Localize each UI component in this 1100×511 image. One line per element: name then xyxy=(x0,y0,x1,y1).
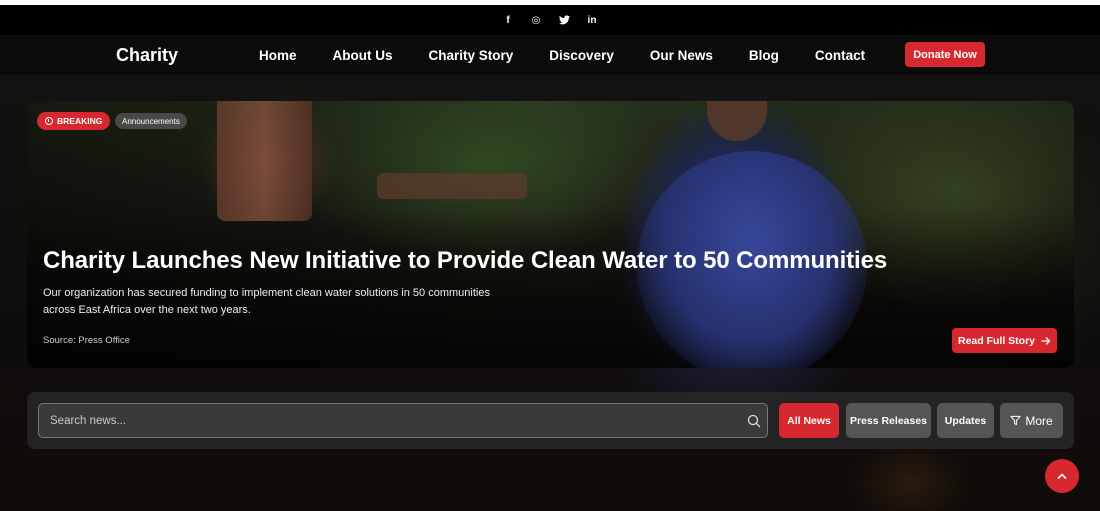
social-bar: f ◎ in xyxy=(0,5,1100,35)
nav-link-blog[interactable]: Blog xyxy=(749,48,779,63)
hero-featured-story: BREAKING Announcements Charity Launches … xyxy=(27,101,1074,368)
nav-links: Home About Us Charity Story Discovery Ou… xyxy=(259,48,901,63)
hero-source: Source: Press Office xyxy=(43,335,130,346)
hero-image-pipe xyxy=(377,173,527,199)
search-input[interactable] xyxy=(39,404,739,437)
facebook-icon[interactable]: f xyxy=(501,13,515,27)
scroll-to-top-button[interactable] xyxy=(1045,459,1079,493)
clock-icon xyxy=(45,117,53,125)
filter-more-button[interactable]: More xyxy=(1000,403,1063,438)
filter-press-releases[interactable]: Press Releases xyxy=(846,403,931,438)
filter-updates[interactable]: Updates xyxy=(937,403,994,438)
hero-title[interactable]: Charity Launches New Initiative to Provi… xyxy=(43,247,887,275)
arrow-right-icon xyxy=(1041,336,1051,345)
breaking-badge-label: BREAKING xyxy=(57,116,103,126)
chevron-up-icon xyxy=(1057,473,1067,479)
hero-image-face xyxy=(707,101,767,141)
filter-more-label: More xyxy=(1025,413,1053,428)
nav-link-about-us[interactable]: About Us xyxy=(333,48,393,63)
main-nav: Charity Home About Us Charity Story Disc… xyxy=(0,35,1100,75)
read-full-story-button[interactable]: Read Full Story xyxy=(952,328,1057,353)
linkedin-icon[interactable]: in xyxy=(585,13,599,27)
donate-button[interactable]: Donate Now xyxy=(905,42,985,67)
hero-image-tank xyxy=(217,101,312,221)
nav-link-our-news[interactable]: Our News xyxy=(650,48,713,63)
filter-all-news[interactable]: All News xyxy=(779,403,839,438)
twitter-icon[interactable] xyxy=(557,13,571,27)
hero-description: Our organization has secured funding to … xyxy=(43,287,490,316)
search-icon[interactable] xyxy=(747,414,761,428)
nav-link-charity-story[interactable]: Charity Story xyxy=(429,48,514,63)
nav-link-contact[interactable]: Contact xyxy=(815,48,865,63)
nav-link-discovery[interactable]: Discovery xyxy=(549,48,614,63)
nav-link-home[interactable]: Home xyxy=(259,48,297,63)
news-filter-panel: All News Press Releases Updates More xyxy=(27,392,1074,449)
filter-icon xyxy=(1010,415,1021,426)
search-box xyxy=(38,403,768,438)
breaking-badge: BREAKING xyxy=(37,112,111,130)
background-glow xyxy=(850,440,970,511)
instagram-icon[interactable]: ◎ xyxy=(529,13,543,27)
read-full-story-label: Read Full Story xyxy=(957,334,1035,347)
category-badge[interactable]: Announcements xyxy=(115,113,187,129)
brand-logo[interactable]: Charity xyxy=(116,45,178,66)
